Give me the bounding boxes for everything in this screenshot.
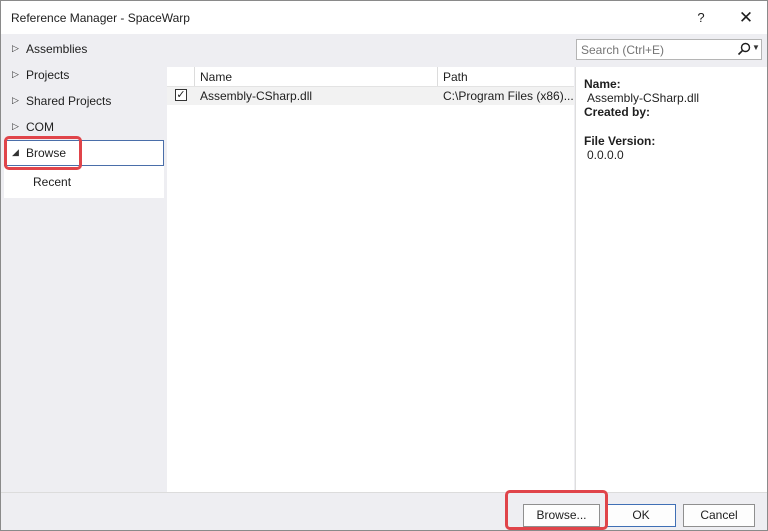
dialog-footer: Browse... OK Cancel	[1, 492, 767, 530]
browse-button[interactable]: Browse...	[523, 504, 600, 527]
cancel-button[interactable]: Cancel	[683, 504, 755, 527]
search-input[interactable]	[577, 40, 731, 59]
reference-manager-dialog: Reference Manager - SpaceWarp ? ✕ ▷ Asse…	[0, 0, 768, 531]
row-path: C:\Program Files (x86)...	[443, 89, 574, 103]
expand-arrow-icon: ▷	[12, 69, 19, 79]
sidebar-item-recent[interactable]: Recent	[4, 166, 164, 198]
sidebar-item-browse[interactable]: ◢ Browse	[4, 140, 164, 166]
name-value: Assembly-CSharp.dll	[587, 91, 700, 105]
sidebar-item-label: Shared Projects	[26, 94, 112, 108]
expand-arrow-icon: ▷	[12, 95, 19, 105]
created-by-label: Created by:	[584, 105, 651, 119]
sidebar-item-shared-projects[interactable]: ▷ Shared Projects	[4, 88, 164, 114]
reference-list: Name Path ✓ Assembly-CSharp.dll C:\Progr…	[167, 67, 574, 492]
column-header-name[interactable]: Name	[200, 70, 232, 84]
close-button[interactable]: ✕	[731, 5, 761, 31]
column-separator	[194, 67, 195, 86]
name-label: Name:	[584, 77, 621, 91]
ok-button[interactable]: OK	[606, 504, 676, 527]
search-box: ▼	[576, 39, 762, 60]
help-button[interactable]: ?	[686, 5, 716, 31]
reference-checkbox[interactable]: ✓	[175, 89, 187, 101]
sidebar-item-label: Browse	[26, 146, 67, 160]
sidebar-item-com[interactable]: ▷ COM	[4, 114, 164, 140]
details-pane: Name: Assembly-CSharp.dll Created by: Fi…	[575, 67, 767, 492]
file-version-label: File Version:	[584, 134, 656, 148]
sidebar-nav: ▷ Assemblies ▷ Projects ▷ Shared Project…	[1, 34, 167, 494]
expand-arrow-icon: ▷	[12, 121, 19, 131]
search-icon[interactable]	[737, 42, 751, 56]
row-name: Assembly-CSharp.dll	[200, 89, 313, 103]
column-header-path[interactable]: Path	[443, 70, 468, 84]
sidebar-item-label: COM	[26, 120, 54, 134]
sidebar-item-projects[interactable]: ▷ Projects	[4, 62, 164, 88]
expand-arrow-icon: ▷	[12, 43, 19, 53]
column-separator[interactable]	[437, 67, 438, 86]
file-version-value: 0.0.0.0	[587, 148, 624, 162]
title-bar: Reference Manager - SpaceWarp ? ✕	[1, 1, 767, 34]
sidebar-item-assemblies[interactable]: ▷ Assemblies	[4, 36, 164, 62]
list-header: Name Path	[167, 67, 574, 87]
sidebar-item-label: Recent	[33, 175, 72, 189]
window-title: Reference Manager - SpaceWarp	[11, 11, 190, 25]
table-row[interactable]: ✓ Assembly-CSharp.dll C:\Program Files (…	[167, 87, 574, 105]
collapse-arrow-icon: ◢	[12, 147, 19, 157]
sidebar-item-label: Assemblies	[26, 42, 88, 56]
sidebar-item-label: Projects	[26, 68, 70, 82]
search-options-icon[interactable]: ▼	[752, 43, 760, 52]
